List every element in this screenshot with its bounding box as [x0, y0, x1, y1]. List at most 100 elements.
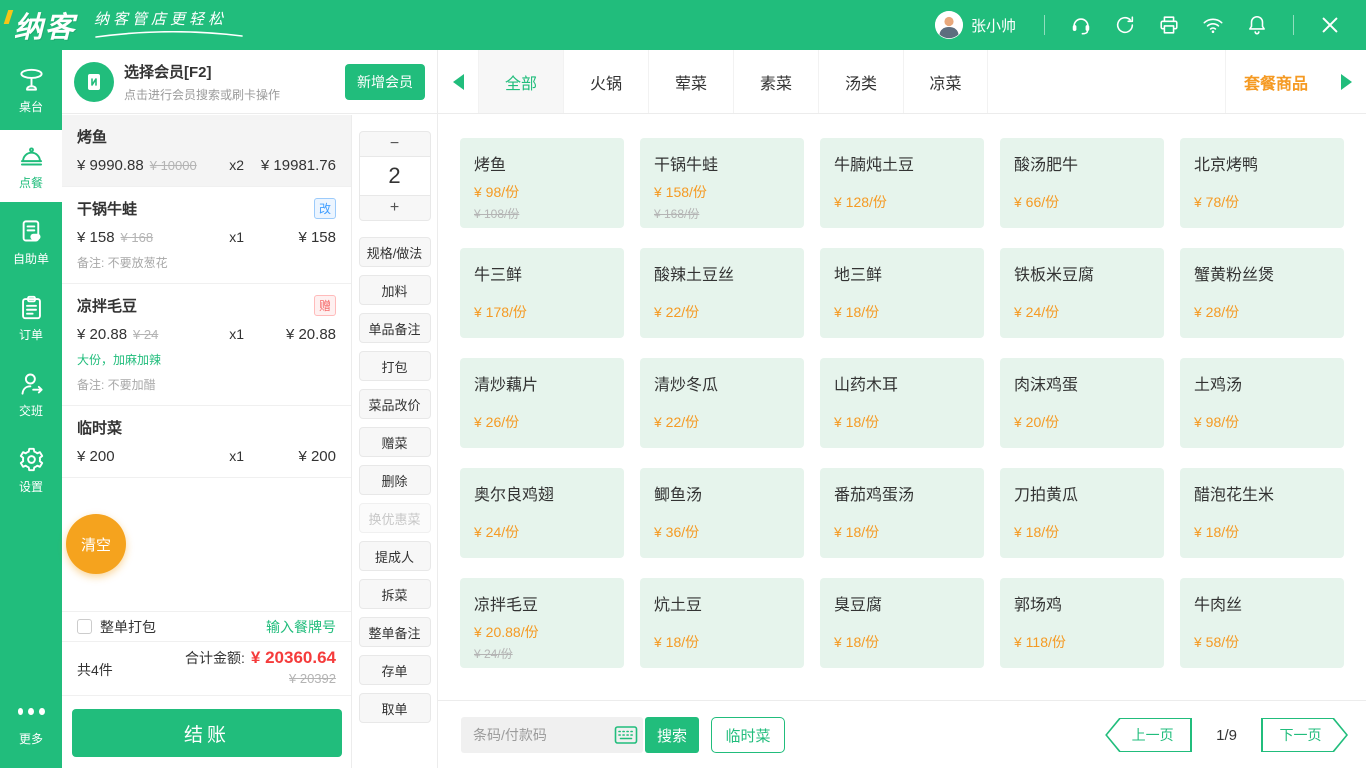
original-total: ¥ 20392	[185, 671, 336, 686]
menu-item-price: ¥ 22/份	[654, 412, 699, 432]
menu-card[interactable]: 酸汤肥牛 ¥ 66/份	[1000, 138, 1164, 228]
sync-icon[interactable]	[1114, 14, 1136, 36]
menu-item-price: ¥ 28/份	[1194, 302, 1239, 322]
bell-icon[interactable]	[1246, 14, 1268, 36]
sidebar-item-shift-handover[interactable]: 交班	[0, 358, 62, 430]
menu-card[interactable]: 番茄鸡蛋汤 ¥ 18/份	[820, 468, 984, 558]
menu-card[interactable]: 山药木耳 ¥ 18/份	[820, 358, 984, 448]
menu-card[interactable]: 牛肉丝 ¥ 58/份	[1180, 578, 1344, 668]
printer-icon[interactable]	[1158, 14, 1180, 36]
menu-card[interactable]: 醋泡花生米 ¥ 18/份	[1180, 468, 1344, 558]
menu-item-name: 北京烤鸭	[1194, 151, 1330, 175]
sidebar-item-label: 自助单	[13, 250, 49, 267]
pack-all-checkbox[interactable]	[77, 619, 92, 634]
action-button-取单[interactable]: 取单	[359, 693, 431, 723]
menu-card[interactable]: 清炒冬瓜 ¥ 22/份	[640, 358, 804, 448]
menu-card[interactable]: 牛三鲜 ¥ 178/份	[460, 248, 624, 338]
quantity-minus-button[interactable]: −	[359, 131, 431, 157]
category-bar: 全部火锅荤菜素菜汤类凉菜 套餐商品	[438, 50, 1366, 114]
quantity-plus-button[interactable]: +	[359, 195, 431, 221]
category-tab-荤菜[interactable]: 荤菜	[648, 50, 733, 113]
action-button-菜品改价[interactable]: 菜品改价	[359, 389, 431, 419]
menu-card[interactable]: 清炒藕片 ¥ 26/份	[460, 358, 624, 448]
keyboard-icon[interactable]	[614, 725, 638, 745]
category-scroll-right-icon[interactable]	[1326, 50, 1366, 113]
menu-item-name: 土鸡汤	[1194, 371, 1330, 395]
order-item[interactable]: 烤鱼 ¥ 9990.88¥ 10000x2 ¥ 19981.76	[62, 115, 351, 187]
sidebar-item-orders[interactable]: 订单	[0, 282, 62, 354]
menu-card[interactable]: 土鸡汤 ¥ 98/份	[1180, 358, 1344, 448]
menu-card[interactable]: 铁板米豆腐 ¥ 24/份	[1000, 248, 1164, 338]
order-item[interactable]: 干锅牛蛙改 ¥ 158¥ 168x1 ¥ 158备注: 不要放葱花	[62, 187, 351, 284]
sidebar-item-ordering[interactable]: 点餐	[0, 130, 62, 202]
slogan-underline	[94, 31, 244, 39]
menu-card[interactable]: 炕土豆 ¥ 18/份	[640, 578, 804, 668]
action-button-规格/做法[interactable]: 规格/做法	[359, 237, 431, 267]
menu-item-name: 山药木耳	[834, 371, 970, 395]
search-button[interactable]: 搜索	[645, 717, 699, 753]
action-button-整单备注[interactable]: 整单备注	[359, 617, 431, 647]
prev-page-button[interactable]: 上一页	[1105, 718, 1192, 752]
avatar[interactable]	[935, 11, 963, 39]
menu-card[interactable]: 肉沫鸡蛋 ¥ 20/份	[1000, 358, 1164, 448]
menu-card[interactable]: 鲫鱼汤 ¥ 36/份	[640, 468, 804, 558]
menu-card[interactable]: 干锅牛蛙 ¥ 158/份¥ 168/份	[640, 138, 804, 228]
logo-slogan: 纳客管店更轻松	[94, 8, 244, 29]
order-item[interactable]: 临时菜 ¥ 200x1 ¥ 200	[62, 406, 351, 478]
menu-card[interactable]: 刀拍黄瓜 ¥ 18/份	[1000, 468, 1164, 558]
menu-card[interactable]: 酸辣土豆丝 ¥ 22/份	[640, 248, 804, 338]
action-button-拆菜[interactable]: 拆菜	[359, 579, 431, 609]
menu-card[interactable]: 凉拌毛豆 ¥ 20.88/份¥ 24/份	[460, 578, 624, 668]
close-icon[interactable]	[1319, 14, 1341, 36]
action-button-单品备注[interactable]: 单品备注	[359, 313, 431, 343]
member-bar[interactable]: 选择会员[F2] 点击进行会员搜索或刷卡操作 新增会员	[62, 50, 437, 114]
sidebar-item-self-order[interactable]: 自助单	[0, 206, 62, 278]
pack-row: 整单打包 输入餐牌号	[62, 611, 351, 642]
add-member-button[interactable]: 新增会员	[345, 64, 425, 100]
wifi-icon[interactable]	[1202, 14, 1224, 36]
menu-area: 烤鱼 ¥ 98/份¥ 108/份干锅牛蛙 ¥ 158/份¥ 168/份牛腩炖土豆…	[438, 114, 1366, 700]
menu-item-price: ¥ 18/份	[654, 632, 699, 652]
clear-order-button[interactable]: 清空	[66, 514, 126, 574]
category-tab-凉菜[interactable]: 凉菜	[903, 50, 988, 113]
topbar-divider	[1044, 15, 1045, 35]
menu-card[interactable]: 奥尔良鸡翅 ¥ 24/份	[460, 468, 624, 558]
category-tab-火锅[interactable]: 火锅	[563, 50, 648, 113]
order-item[interactable]: 凉拌毛豆赠 ¥ 20.88¥ 24x1 ¥ 20.88大份，加麻加辣备注: 不要…	[62, 284, 351, 406]
sidebar-item-tables[interactable]: 桌台	[0, 54, 62, 126]
action-button-赠菜[interactable]: 赠菜	[359, 427, 431, 457]
menu-item-price: ¥ 178/份	[474, 302, 527, 322]
menu-card[interactable]: 郭场鸡 ¥ 118/份	[1000, 578, 1164, 668]
action-button-加料[interactable]: 加料	[359, 275, 431, 305]
tab-combo-products[interactable]: 套餐商品	[1225, 50, 1326, 113]
category-tab-素菜[interactable]: 素菜	[733, 50, 818, 113]
support-icon[interactable]	[1070, 14, 1092, 36]
menu-item-name: 牛腩炖土豆	[834, 151, 970, 175]
temp-dish-button[interactable]: 临时菜	[711, 717, 785, 753]
order-item-badge[interactable]: 赠	[314, 295, 336, 316]
action-button-提成人[interactable]: 提成人	[359, 541, 431, 571]
enter-table-number-link[interactable]: 输入餐牌号	[266, 617, 336, 637]
action-button-打包[interactable]: 打包	[359, 351, 431, 381]
next-page-button[interactable]: 下一页	[1261, 718, 1348, 752]
action-button-存单[interactable]: 存单	[359, 655, 431, 685]
category-tab-全部[interactable]: 全部	[478, 50, 563, 113]
sidebar-item-more[interactable]: 更多	[0, 686, 62, 758]
menu-item-name: 鲫鱼汤	[654, 481, 790, 505]
action-button-删除[interactable]: 删除	[359, 465, 431, 495]
checkout-button[interactable]: 结账	[72, 709, 342, 757]
category-tab-汤类[interactable]: 汤类	[818, 50, 903, 113]
menu-card[interactable]: 地三鲜 ¥ 18/份	[820, 248, 984, 338]
menu-card[interactable]: 蟹黄粉丝煲 ¥ 28/份	[1180, 248, 1344, 338]
order-item-badge[interactable]: 改	[314, 198, 336, 219]
order-item-total: ¥ 20.88	[244, 326, 336, 343]
menu-card[interactable]: 烤鱼 ¥ 98/份¥ 108/份	[460, 138, 624, 228]
menu-item-price: ¥ 128/份	[834, 192, 887, 212]
menu-card[interactable]: 北京烤鸭 ¥ 78/份	[1180, 138, 1344, 228]
sidebar-item-settings[interactable]: 设置	[0, 434, 62, 506]
menu-card[interactable]: 牛腩炖土豆 ¥ 128/份	[820, 138, 984, 228]
menu-card[interactable]: 臭豆腐 ¥ 18/份	[820, 578, 984, 668]
category-scroll-left-icon[interactable]	[438, 50, 478, 113]
user-name[interactable]: 张小帅	[971, 15, 1016, 36]
order-item-price: ¥ 158	[77, 229, 115, 246]
